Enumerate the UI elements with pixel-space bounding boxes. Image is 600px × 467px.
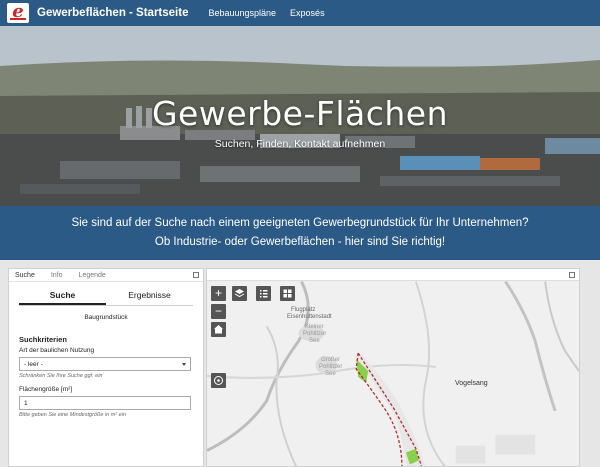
banner-line-2: Ob Industrie- oder Gewerbeflächen - hier… — [154, 236, 446, 248]
map-header — [207, 269, 579, 281]
grid-icon — [283, 289, 292, 298]
usage-type-value: - leer - — [24, 361, 43, 368]
page-margin — [580, 268, 600, 467]
nav-link-bebauungsplaene[interactable]: Bebauungspläne — [208, 8, 276, 18]
top-navbar: e Gewerbeflächen - Startseite Bebauungsp… — [0, 0, 600, 26]
search-subtabs: Suche Ergebnisse — [19, 290, 193, 306]
tab-suche[interactable]: Suche — [15, 272, 35, 279]
usage-type-label: Art der baulichen Nutzung — [19, 347, 95, 354]
map-canvas[interactable] — [207, 281, 579, 467]
tab-info[interactable]: Info — [51, 272, 63, 279]
hero-title: Gewerbe-Flächen — [151, 94, 449, 133]
usage-type-hint: Schränken Sie Ihre Suche ggf. ein — [19, 373, 103, 379]
maximize-icon[interactable] — [193, 272, 199, 278]
map-label-kleiner: Kleiner — [305, 324, 324, 330]
list-icon — [260, 290, 268, 298]
map-label-flugplatz: Flugplatz — [291, 307, 316, 313]
zoom-out-button[interactable]: − — [211, 304, 226, 319]
map-label-pohlitzer-1: Pohlitzer — [303, 331, 327, 337]
map-label-see-2: See — [325, 371, 336, 377]
locate-button[interactable] — [211, 373, 226, 388]
site-title-link[interactable]: Gewerbeflächen - Startseite — [37, 7, 188, 19]
panel-tab-bar: Suche Info Legende — [9, 269, 203, 282]
map-label-eisenhuettenstadt: Eisenhüttenstadt — [287, 314, 332, 320]
brand-logo[interactable]: e — [7, 3, 29, 23]
locate-icon — [214, 376, 223, 385]
maximize-icon[interactable] — [569, 272, 575, 278]
chevron-down-icon — [182, 363, 186, 366]
intro-banner: Sie sind auf der Suche nach einem geeign… — [0, 206, 600, 260]
subtab-ergebnisse[interactable]: Ergebnisse — [106, 290, 193, 305]
basemap-grid-button[interactable] — [280, 286, 295, 301]
map-label-grosser: Großer — [321, 357, 341, 363]
map-view[interactable]: + − Flugplatz Eisenhüttenstadt Kleiner P… — [206, 268, 580, 467]
nav-link-exposes[interactable]: Exposés — [290, 8, 325, 18]
home-button[interactable] — [211, 322, 226, 337]
zoom-in-button[interactable]: + — [211, 286, 226, 301]
search-criteria-heading: Suchkriterien — [19, 335, 67, 344]
layers-icon — [234, 289, 245, 298]
hero-image: Gewerbe-Flächen Suchen, Finden, Kontakt … — [0, 26, 600, 206]
subtab-suche[interactable]: Suche — [19, 290, 106, 305]
legend-list-button[interactable] — [256, 286, 271, 301]
hero-subtitle: Suchen, Finden, Kontakt aufnehmen — [214, 138, 386, 150]
area-size-input[interactable]: 1 — [19, 396, 191, 410]
property-type-label: Baugrundstück — [84, 314, 128, 321]
banner-line-1: Sie sind auf der Suche nach einem geeign… — [71, 217, 529, 229]
area-size-hint: Bitte geben Sie eine Mindestgröße in m² … — [19, 412, 127, 418]
layers-button[interactable] — [232, 286, 247, 301]
map-label-vogelsang: Vogelsang — [455, 380, 488, 387]
tab-legende[interactable]: Legende — [79, 272, 106, 279]
search-panel: Suche Info Legende Suche Ergebnisse Baug… — [8, 268, 204, 467]
map-label-see-1: See — [309, 338, 320, 344]
home-icon — [214, 325, 223, 334]
usage-type-select[interactable]: - leer - — [19, 357, 191, 371]
map-label-pohlitzer-2: Pohlitzer — [319, 364, 343, 370]
area-size-label: Flächengröße [m²] — [19, 386, 73, 393]
